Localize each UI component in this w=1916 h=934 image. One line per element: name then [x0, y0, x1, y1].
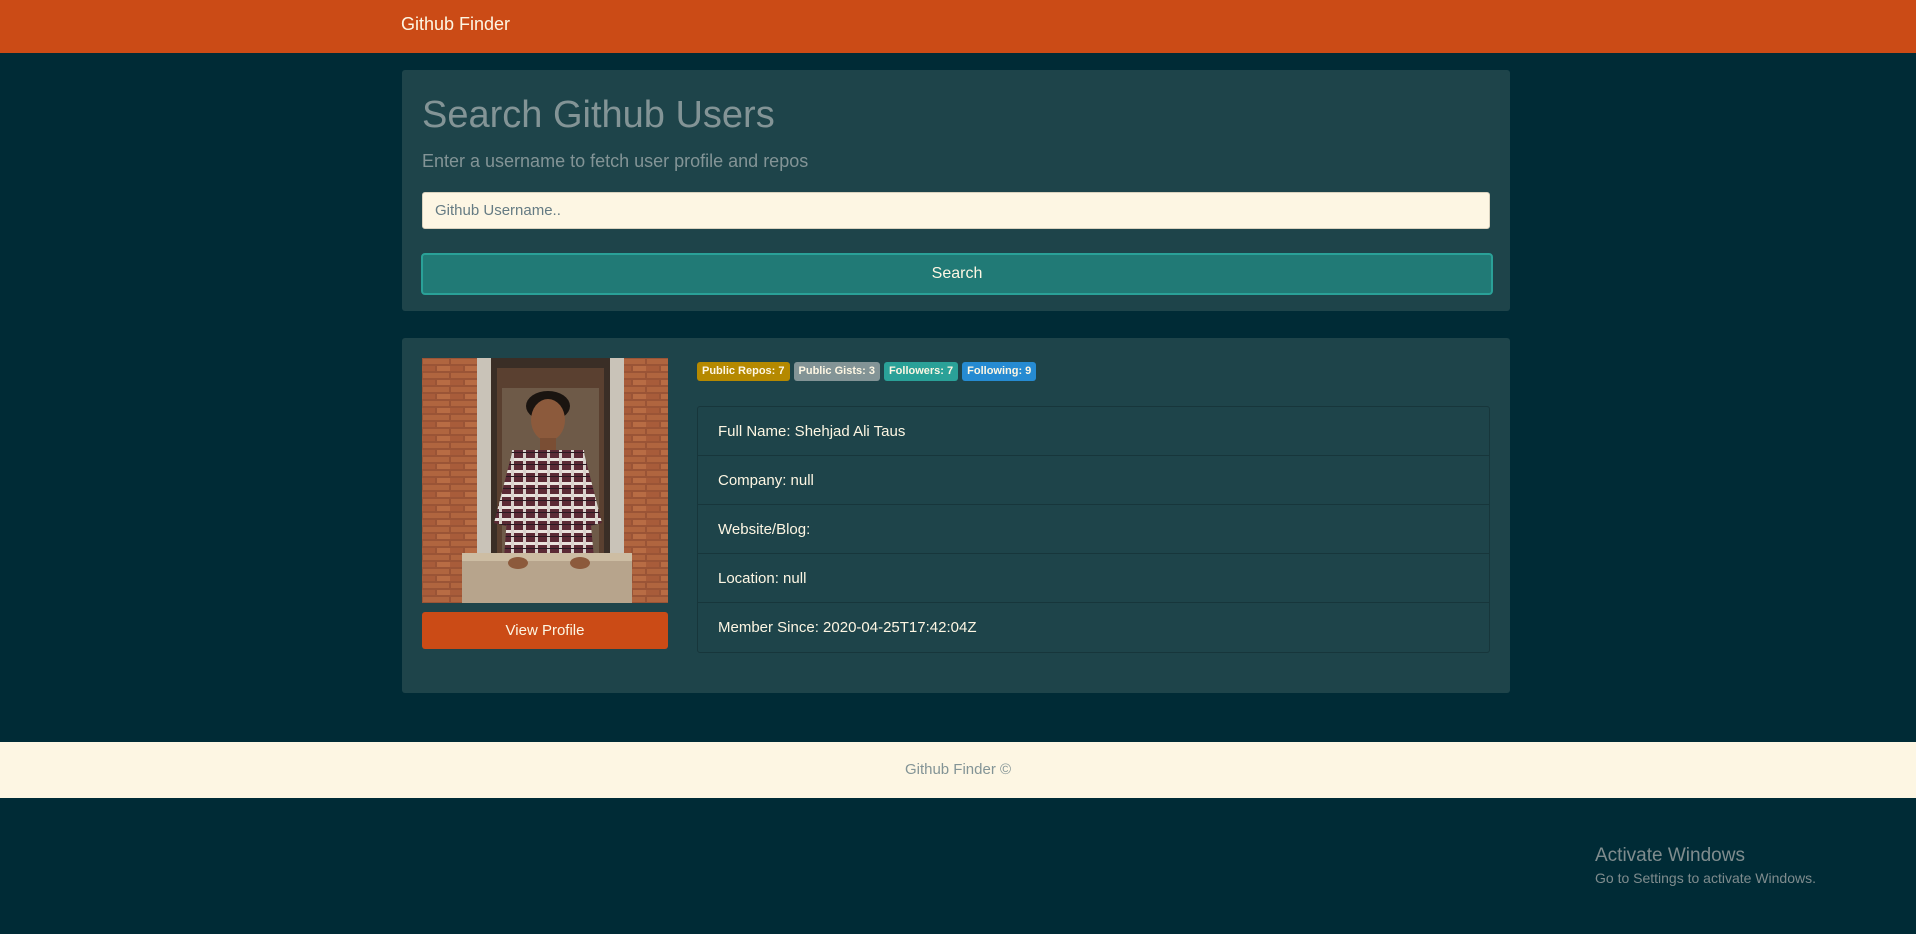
badge-following: Following: 9: [962, 362, 1037, 381]
search-input[interactable]: [422, 192, 1490, 229]
search-card: Search Github Users Enter a username to …: [402, 70, 1510, 311]
badge-public-repos: Public Repos: 7: [697, 362, 790, 381]
activate-windows-watermark: Activate Windows Go to Settings to activ…: [1595, 845, 1816, 886]
full-name-item: Full Name: Shehjad Ali Taus: [698, 407, 1489, 456]
navbar-brand[interactable]: Github Finder: [401, 14, 510, 35]
view-profile-button[interactable]: View Profile: [422, 612, 668, 649]
badge-followers: Followers: 7: [883, 362, 959, 381]
watermark-title: Activate Windows: [1595, 845, 1745, 866]
company-item: Company: null: [698, 456, 1489, 505]
avatar-photo: [422, 358, 668, 603]
watermark-subtitle: Go to Settings to activate Windows.: [1595, 870, 1816, 886]
avatar: [422, 358, 668, 603]
website-item: Website/Blog:: [698, 505, 1489, 554]
stats-badges: Public Repos: 7 Public Gists: 3 Follower…: [697, 362, 1037, 381]
search-title: Search Github Users: [422, 94, 775, 136]
footer-text: Github Finder ©: [904, 761, 1012, 778]
profile-info-list: Full Name: Shehjad Ali Taus Company: nul…: [697, 406, 1490, 653]
badge-public-gists: Public Gists: 3: [793, 362, 880, 381]
navbar: Github Finder: [0, 0, 1916, 53]
search-button[interactable]: Search: [421, 253, 1493, 295]
profile-card: View Profile Public Repos: 7 Public Gist…: [402, 338, 1510, 693]
footer: Github Finder ©: [0, 742, 1916, 798]
member-since-item: Member Since: 2020-04-25T17:42:04Z: [718, 619, 977, 636]
search-subtitle: Enter a username to fetch user profile a…: [422, 151, 809, 171]
location-item: Location: null: [698, 554, 1489, 603]
